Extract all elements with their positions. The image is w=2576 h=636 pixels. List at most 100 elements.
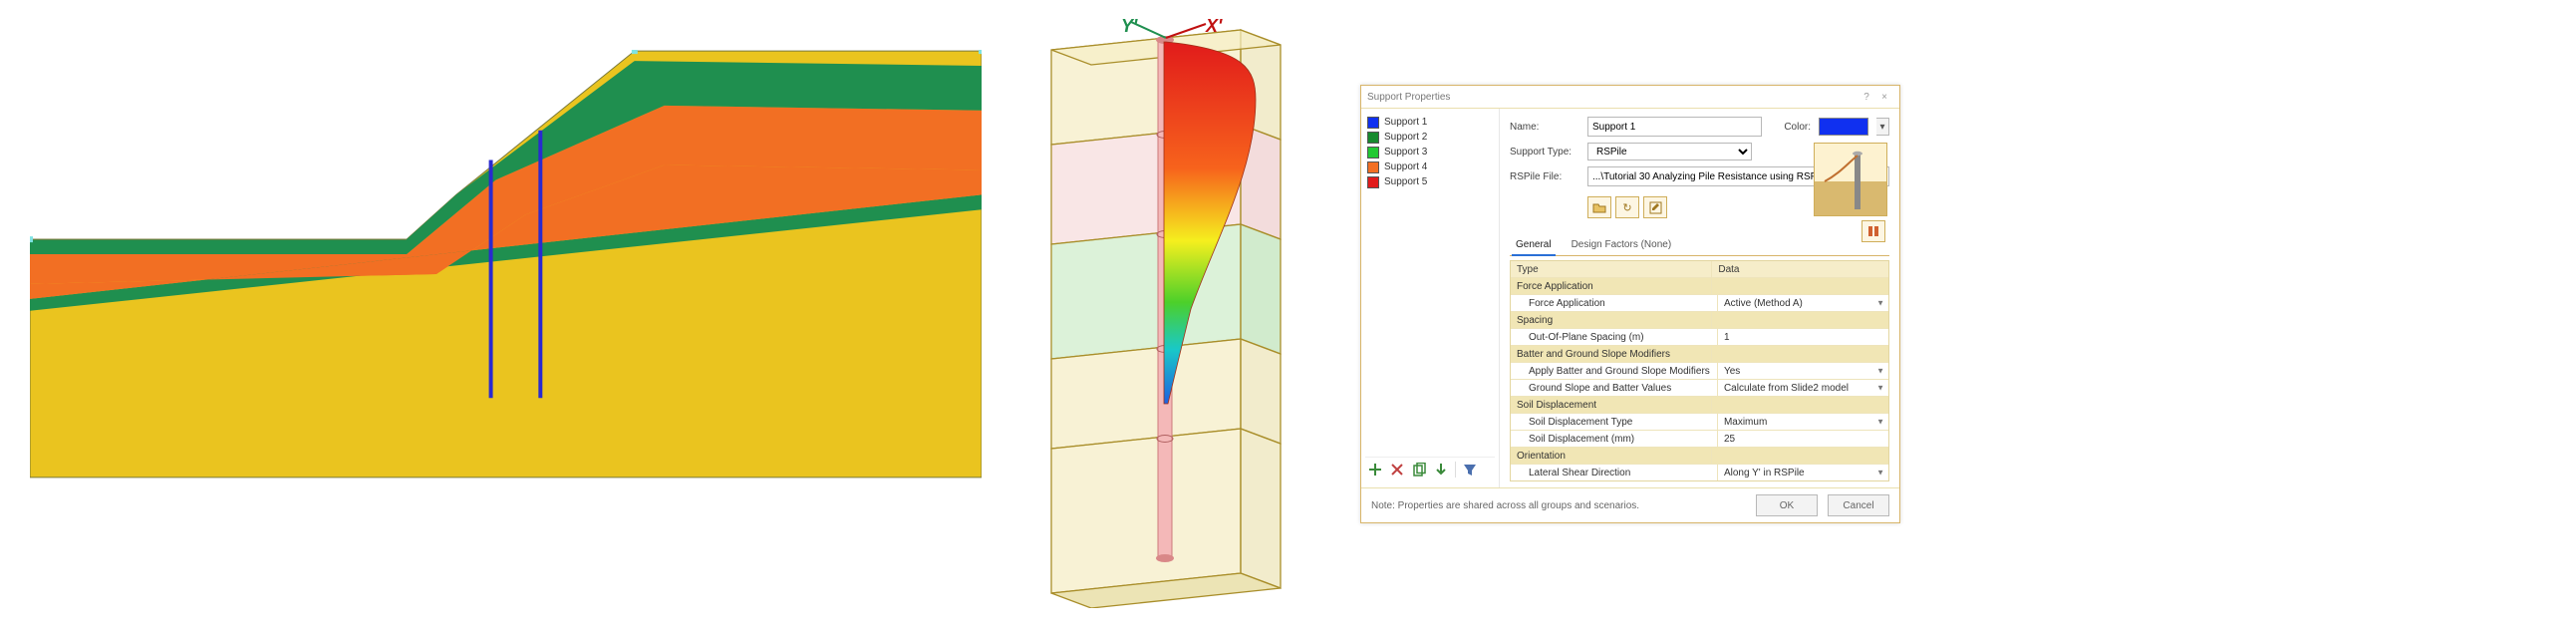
dialog-title: Support Properties (1367, 92, 1858, 103)
support-list-label: Support 3 (1384, 146, 1427, 159)
ok-button[interactable]: OK (1756, 494, 1818, 516)
support-list-item[interactable]: Support 3 (1365, 145, 1495, 159)
support-editor-pane: Name: Color: ▾ Support Type: RSPile RSPi… (1500, 109, 1899, 487)
color-picker-arrow[interactable]: ▾ (1876, 118, 1889, 136)
grid-header-type: Type (1511, 261, 1712, 277)
copy-support-icon[interactable] (1411, 462, 1427, 477)
support-list-item[interactable]: Support 2 (1365, 130, 1495, 145)
help-button[interactable]: ? (1858, 92, 1875, 103)
grid-property-name: Soil Displacement (1511, 397, 1712, 413)
grid-property-name: Soil Displacement Type (1511, 414, 1718, 430)
support-color-swatch (1367, 176, 1379, 188)
grid-property-row[interactable]: Force ApplicationActive (Method A)▼ (1511, 295, 1888, 312)
preview-action-button[interactable] (1861, 220, 1885, 242)
support-list-toolbar (1365, 457, 1495, 481)
model-node (979, 50, 982, 54)
grid-property-row[interactable]: Apply Batter and Ground Slope ModifiersY… (1511, 363, 1888, 380)
grid-property-name: Lateral Shear Direction (1511, 465, 1718, 480)
support-color-swatch (1367, 147, 1379, 159)
grid-property-value (1712, 346, 1888, 362)
grid-property-value[interactable]: 25 (1718, 431, 1888, 447)
grid-property-name: Batter and Ground Slope Modifiers (1511, 346, 1712, 362)
support-list-item[interactable]: Support 5 (1365, 174, 1495, 189)
grid-property-name: Soil Displacement (mm) (1511, 431, 1718, 447)
grid-property-row[interactable]: Lateral Shear DirectionAlong Y' in RSPil… (1511, 465, 1888, 480)
close-button[interactable]: × (1875, 92, 1893, 103)
name-label: Name: (1510, 122, 1579, 133)
grid-section-row: Batter and Ground Slope Modifiers (1511, 346, 1888, 363)
grid-section-row: Spacing (1511, 312, 1888, 329)
grid-property-value[interactable]: Calculate from Slide2 model▼ (1718, 380, 1888, 396)
grid-property-value (1712, 448, 1888, 464)
filter-icon[interactable] (1462, 462, 1478, 477)
model-node (632, 50, 638, 54)
tab-design-factors[interactable]: Design Factors (None) (1568, 236, 1676, 255)
support-list-item[interactable]: Support 4 (1365, 159, 1495, 174)
grid-property-value[interactable]: Yes▼ (1718, 363, 1888, 379)
grid-header-data: Data (1712, 261, 1888, 277)
grid-section-row: Soil Displacement (1511, 397, 1888, 414)
rspile-file-label: RSPile File: (1510, 171, 1579, 182)
move-down-icon[interactable] (1433, 462, 1449, 477)
dropdown-arrow-icon[interactable]: ▼ (1876, 469, 1884, 477)
grid-property-row[interactable]: Soil Displacement (mm)25 (1511, 431, 1888, 448)
support-color-swatch (1367, 117, 1379, 129)
grid-property-value (1712, 397, 1888, 413)
dialog-titlebar[interactable]: Support Properties ? × (1361, 86, 1899, 109)
color-picker[interactable] (1819, 118, 1868, 136)
support-list-label: Support 4 (1384, 160, 1427, 173)
grid-property-row[interactable]: Out-Of-Plane Spacing (m)1 (1511, 329, 1888, 346)
grid-property-name: Ground Slope and Batter Values (1511, 380, 1718, 396)
slope-cross-section-view (30, 50, 982, 478)
layer-box-5 (1051, 429, 1241, 593)
shared-properties-note: Note: Properties are shared across all g… (1371, 500, 1639, 511)
support-properties-dialog: Support Properties ? × Support 1Support … (1360, 85, 1900, 523)
grid-property-row[interactable]: Soil Displacement TypeMaximum▼ (1511, 414, 1888, 431)
dropdown-arrow-icon[interactable]: ▼ (1876, 418, 1884, 427)
support-list-label: Support 5 (1384, 175, 1427, 188)
grid-property-name: Force Application (1511, 278, 1712, 294)
support-list-pane: Support 1 Support 2 Support 3Support 4 Supp… (1361, 109, 1500, 487)
name-input[interactable] (1587, 117, 1762, 137)
grid-property-name: Out-Of-Plane Spacing (m) (1511, 329, 1718, 345)
refresh-file-button[interactable]: ↻ (1615, 196, 1639, 218)
grid-section-row: Force Application (1511, 278, 1888, 295)
grid-property-name: Apply Batter and Ground Slope Modifiers (1511, 363, 1718, 379)
dropdown-arrow-icon[interactable]: ▼ (1876, 384, 1884, 393)
dropdown-arrow-icon[interactable]: ▼ (1876, 367, 1884, 376)
grid-property-name: Spacing (1511, 312, 1712, 328)
grid-section-row: Orientation (1511, 448, 1888, 465)
support-list-item[interactable]: Support 1 (1365, 115, 1495, 130)
pile3d-svg: Y' X' (1006, 10, 1315, 608)
edit-file-button[interactable] (1643, 196, 1667, 218)
delete-support-icon[interactable] (1389, 462, 1405, 477)
support-type-select[interactable]: RSPile (1587, 143, 1752, 160)
slope-svg (30, 50, 982, 478)
tab-general[interactable]: General (1512, 236, 1556, 256)
support-preview (1814, 143, 1887, 216)
model-node (30, 236, 33, 242)
support-type-label: Support Type: (1510, 147, 1579, 158)
open-file-button[interactable] (1587, 196, 1611, 218)
grid-property-value[interactable]: 1 (1718, 329, 1888, 345)
grid-property-value (1712, 278, 1888, 294)
pile-3d-view: Y' X' (1006, 10, 1315, 608)
grid-property-name: Force Application (1511, 295, 1718, 311)
grid-property-value (1712, 312, 1888, 328)
add-support-icon[interactable] (1367, 462, 1383, 477)
property-tabs: General Design Factors (None) (1510, 236, 1889, 256)
support-list-label: Support 2 (1384, 131, 1427, 144)
property-grid: Type Data Force ApplicationForce Applica… (1510, 260, 1889, 481)
axis-label-y: Y' (1121, 16, 1138, 36)
grid-property-value[interactable]: Along Y' in RSPile▼ (1718, 465, 1888, 480)
support-color-swatch (1367, 132, 1379, 144)
support-list[interactable]: Support 1 Support 2 Support 3Support 4 Supp… (1365, 115, 1495, 189)
dropdown-arrow-icon[interactable]: ▼ (1876, 299, 1884, 308)
support-color-swatch (1367, 161, 1379, 173)
support-list-label: Support 1 (1384, 116, 1427, 129)
grid-property-value[interactable]: Maximum▼ (1718, 414, 1888, 430)
cancel-button[interactable]: Cancel (1828, 494, 1889, 516)
color-label: Color: (1784, 122, 1811, 133)
grid-property-value[interactable]: Active (Method A)▼ (1718, 295, 1888, 311)
grid-property-row[interactable]: Ground Slope and Batter ValuesCalculate … (1511, 380, 1888, 397)
